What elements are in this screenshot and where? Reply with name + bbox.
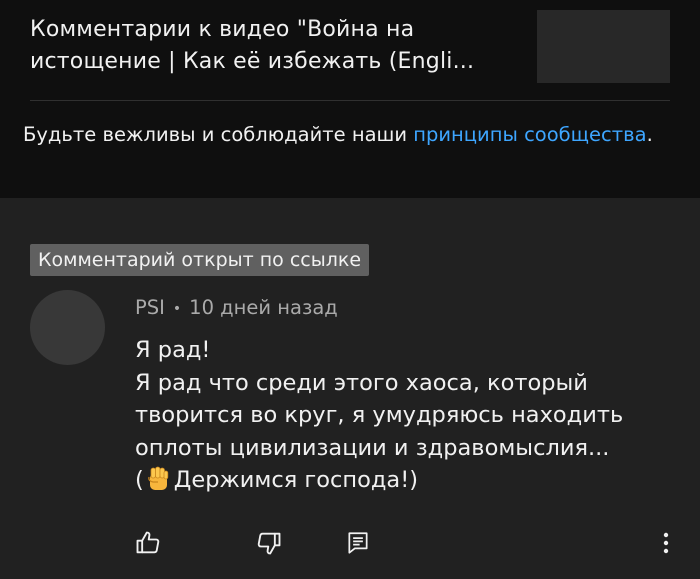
raised-fist-emoji-icon [148, 466, 168, 490]
comment-time[interactable]: 10 дней назад [189, 296, 338, 319]
notice-text: Будьте вежливы и соблюдайте наши [23, 123, 414, 146]
community-guidelines-link[interactable]: принципы сообщества [413, 123, 646, 146]
comment-meta: PSI • 10 дней назад [135, 294, 338, 323]
more-options-button[interactable] [648, 525, 684, 561]
comment-line: творится во круг, я умудряюсь находить [135, 402, 624, 428]
comment-line-text: Держимся господа!) [173, 467, 418, 493]
title-line-1: Комментарии к видео "Война на [30, 17, 415, 42]
notice-suffix: . [646, 123, 653, 146]
header-divider [30, 100, 670, 101]
dislike-button[interactable] [251, 525, 287, 561]
comment-line: Я рад! [135, 337, 211, 363]
comment-line: Я рад что среди этого хаоса, который [135, 369, 588, 396]
title-line-2: истощение | Как её избежать (Engli... [30, 49, 475, 74]
reply-button[interactable] [340, 525, 376, 561]
meta-separator: • [172, 300, 182, 317]
thumb-up-icon [136, 531, 160, 554]
thumb-down-icon [257, 532, 281, 555]
comment-author[interactable]: PSI [135, 296, 165, 319]
comment-text: Я рад! Я рад что среди этого хаоса, кото… [135, 334, 675, 497]
comment-actions [0, 525, 700, 565]
page-title: Комментарии к видео "Война на истощение … [30, 14, 520, 78]
linked-comment-badge: Комментарий открыт по ссылке [30, 244, 370, 276]
more-vert-icon [663, 532, 669, 554]
comments-header: Комментарии к видео "Война на истощение … [0, 0, 700, 198]
comment-paren: ( [135, 467, 144, 493]
avatar[interactable] [30, 290, 105, 365]
like-button[interactable] [130, 525, 166, 561]
community-notice: Будьте вежливы и соблюдайте наши принцип… [23, 120, 663, 149]
comment-line: оплоты цивилизации и здравомыслия... [135, 434, 610, 461]
reply-icon [348, 532, 368, 554]
video-thumbnail[interactable] [537, 10, 670, 83]
comment-line-last: ( Держимся господа!) [135, 464, 675, 497]
